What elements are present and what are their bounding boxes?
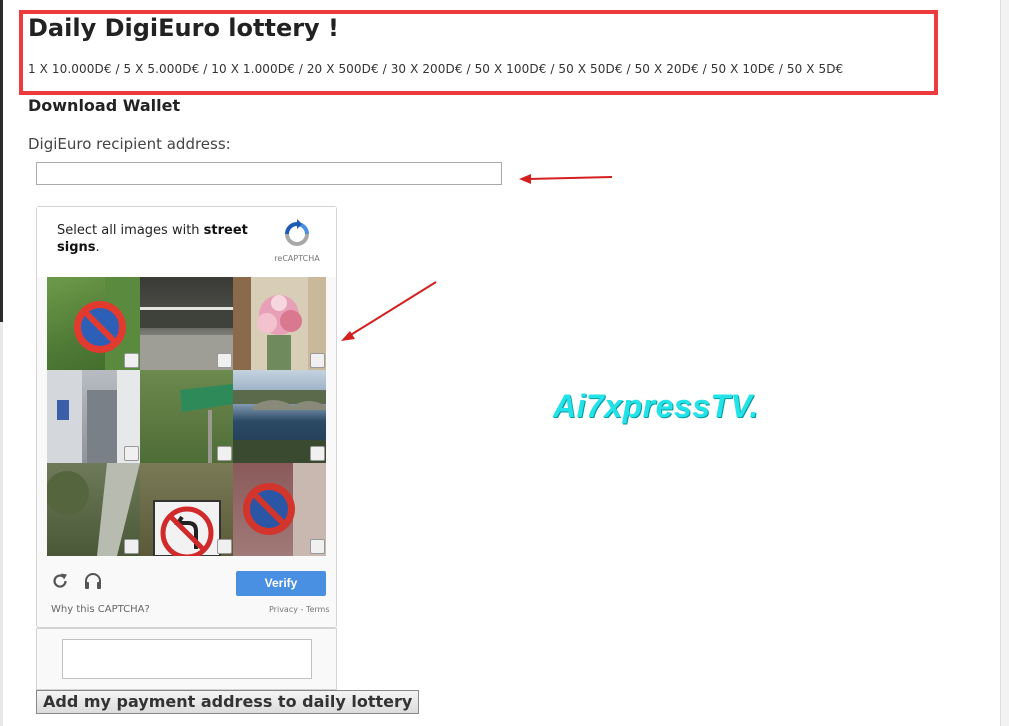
recaptcha-brand-label: reCAPTCHA: [274, 254, 320, 263]
headphones-icon[interactable]: [83, 571, 103, 591]
captcha-tile[interactable]: [233, 463, 326, 556]
tile-checkbox[interactable]: [310, 539, 325, 554]
annotation-arrow: [519, 174, 613, 184]
recipient-address-input[interactable]: [36, 162, 502, 185]
captcha-response-field[interactable]: [62, 639, 312, 679]
download-wallet-link[interactable]: Download Wallet: [28, 96, 180, 115]
verify-button[interactable]: Verify: [236, 571, 326, 596]
reload-icon[interactable]: [51, 572, 69, 590]
window-edge-left-lower: [0, 322, 3, 726]
recaptcha-logo-icon: [277, 219, 317, 253]
captcha-tile[interactable]: [140, 463, 233, 556]
captcha-tile[interactable]: [47, 370, 140, 463]
captcha-tile[interactable]: [233, 370, 326, 463]
captcha-tile[interactable]: [47, 463, 140, 556]
tile-checkbox[interactable]: [124, 539, 139, 554]
add-address-button[interactable]: Add my payment address to daily lottery: [36, 690, 420, 714]
privacy-terms-links: Privacy - Terms: [269, 605, 330, 614]
tile-checkbox[interactable]: [310, 353, 325, 368]
captcha-footer: Verify Why this CAPTCHA? Privacy - Terms: [37, 562, 336, 627]
prize-list: 1 X 10.000D€ / 5 X 5.000D€ / 10 X 1.000D…: [28, 62, 844, 76]
recaptcha-widget: Select all images with street signs. reC…: [36, 206, 337, 628]
page-title: Daily DigiEuro lottery !: [28, 14, 340, 42]
watermark-text: Ai7xpressTV.: [553, 388, 759, 424]
captcha-tile[interactable]: [140, 370, 233, 463]
scrollbar-track[interactable]: [1000, 0, 1009, 726]
captcha-prompt: Select all images with street signs.: [57, 223, 248, 255]
captcha-tile[interactable]: [47, 277, 140, 370]
window-edge-left: [0, 0, 3, 322]
terms-link[interactable]: Terms: [306, 605, 330, 614]
tile-checkbox[interactable]: [217, 539, 232, 554]
tile-checkbox[interactable]: [310, 446, 325, 461]
captcha-tile[interactable]: [140, 277, 233, 370]
recipient-address-label: DigiEuro recipient address:: [28, 135, 231, 153]
why-captcha-link[interactable]: Why this CAPTCHA?: [51, 604, 150, 615]
tile-checkbox[interactable]: [124, 353, 139, 368]
tile-checkbox[interactable]: [217, 446, 232, 461]
captcha-tile[interactable]: [233, 277, 326, 370]
captcha-header: Select all images with street signs. reC…: [37, 207, 336, 277]
tile-checkbox[interactable]: [217, 353, 232, 368]
captcha-response-container: [36, 628, 337, 690]
tile-checkbox[interactable]: [124, 446, 139, 461]
captcha-image-grid: [47, 277, 327, 557]
privacy-link[interactable]: Privacy: [269, 605, 298, 614]
annotation-arrow: [341, 281, 437, 341]
